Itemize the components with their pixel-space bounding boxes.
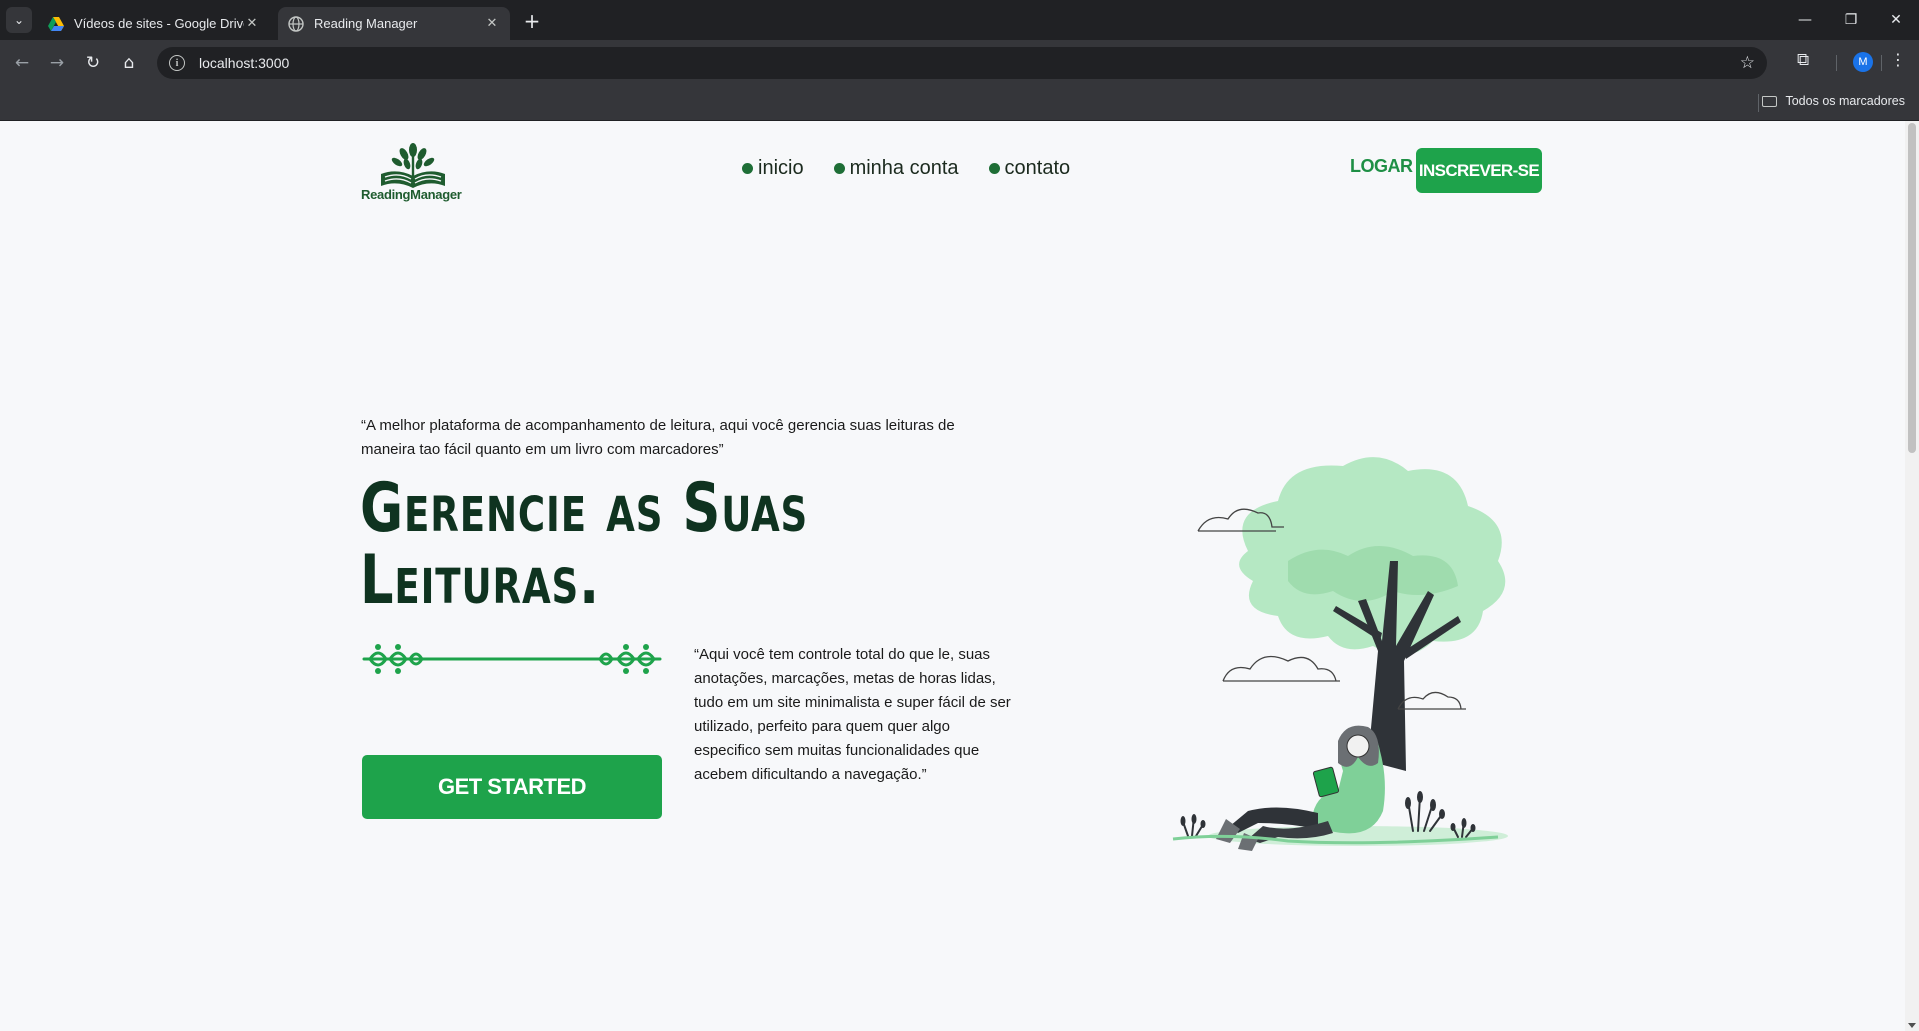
extensions-icon[interactable]: ⧉ — [1797, 50, 1809, 70]
close-icon[interactable]: ✕ — [244, 16, 260, 32]
all-bookmarks-button[interactable]: Todos os marcadores — [1762, 94, 1905, 108]
bookmarks-separator — [1758, 94, 1759, 112]
logo-text[interactable]: ReadingManager — [361, 187, 471, 202]
get-started-button[interactable]: GET STARTED — [362, 755, 662, 819]
plus-icon[interactable]: + — [520, 9, 544, 33]
all-bookmarks-label: Todos os marcadores — [1785, 94, 1905, 108]
toolbar-separator — [1881, 55, 1882, 71]
home-icon[interactable]: ⌂ — [116, 50, 142, 76]
page-viewport: ReadingManager inicio minha conta contat… — [0, 121, 1905, 1031]
reload-icon[interactable]: ↻ — [80, 50, 106, 76]
main-nav: inicio minha conta contato — [742, 157, 1070, 180]
reading-under-tree-illustration — [1172, 457, 1508, 851]
tab-search-button[interactable]: ⌄ — [6, 7, 32, 33]
star-icon[interactable]: ☆ — [1740, 53, 1755, 73]
signup-button[interactable]: INSCREVER-SE — [1416, 148, 1542, 193]
bullet-icon — [988, 163, 1000, 174]
bookmarks-bar: Todos os marcadores — [0, 86, 1919, 121]
nav-item-minha-conta[interactable]: minha conta — [833, 157, 959, 180]
tab-title: Reading Manager — [314, 16, 418, 31]
back-icon[interactable]: ← — [9, 50, 35, 76]
nav-item-contato[interactable]: contato — [988, 157, 1071, 180]
login-button[interactable]: LOGAR — [1350, 156, 1413, 177]
drive-icon — [48, 16, 64, 31]
restore-icon[interactable]: ❐ — [1828, 0, 1874, 40]
menu-icon[interactable]: ⋮ — [1890, 50, 1906, 69]
vertical-scrollbar[interactable] — [1905, 121, 1919, 1031]
nav-label: minha conta — [849, 157, 959, 179]
minimize-icon[interactable]: — — [1782, 0, 1828, 40]
bullet-icon — [833, 163, 845, 174]
nav-label: contato — [1004, 157, 1071, 179]
info-icon[interactable]: i — [169, 55, 185, 71]
hero-description: “Aqui você tem controle total do que le,… — [694, 646, 1011, 783]
tab-title: Vídeos de sites - Google Drive — [74, 16, 244, 31]
browser-toolbar: ← → ↻ ⌂ i localhost:3000 ☆ — [0, 40, 1919, 86]
vine-divider-icon — [362, 644, 662, 674]
folder-icon — [1762, 95, 1778, 107]
intro-quote: “A melhor plataforma de acompanhamento d… — [361, 417, 955, 458]
nav-label: inicio — [758, 157, 804, 179]
address-bar[interactable]: i localhost:3000 ☆ — [157, 47, 1767, 79]
bullet-icon — [742, 163, 753, 174]
avatar[interactable]: M — [1853, 52, 1873, 72]
nav-item-inicio[interactable]: inicio — [742, 157, 804, 180]
close-icon[interactable]: ✕ — [484, 16, 500, 32]
toolbar-separator — [1836, 55, 1837, 71]
tab-google-drive[interactable]: Vídeos de sites - Google Drive ✕ — [38, 7, 270, 40]
hero-headline: Gerencie as Suas Leituras. — [360, 469, 809, 620]
scrollbar-thumb[interactable] — [1908, 123, 1916, 453]
globe-icon — [288, 15, 304, 32]
window-close-icon[interactable]: ✕ — [1873, 0, 1919, 40]
forward-icon[interactable]: → — [44, 50, 70, 76]
tab-strip: ⌄ Vídeos de sites - Google Drive ✕ Readi… — [0, 0, 1919, 40]
scroll-down-arrow-icon[interactable] — [1908, 1023, 1916, 1028]
tab-reading-manager[interactable]: Reading Manager ✕ — [278, 7, 510, 40]
url-text: localhost:3000 — [199, 55, 290, 71]
